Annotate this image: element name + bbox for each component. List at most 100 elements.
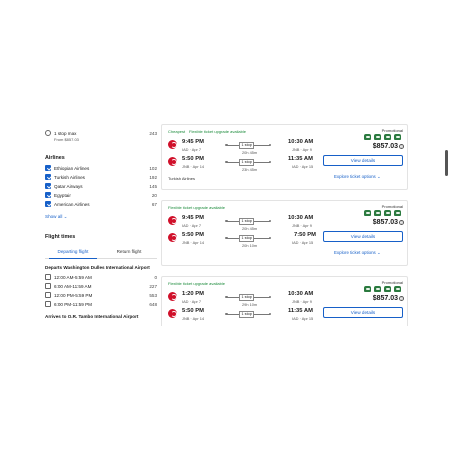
stops-badge: 1 stop — [239, 235, 255, 242]
flight-result-card[interactable]: Cheapest Flexible ticket upgrade availab… — [161, 124, 408, 190]
depart-time-checkbox[interactable] — [45, 283, 51, 289]
results-panel: 1 stop max 243 From $857.03 Airlines Eth… — [38, 124, 414, 326]
flight-result-card[interactable]: Flexible ticket upgrade available 9:45 P… — [161, 200, 408, 266]
checked-bag-icon — [384, 286, 391, 292]
seat-icon — [364, 134, 371, 140]
depart-time-filter[interactable]: 6:00 PM-11:59 PM 648 — [45, 301, 157, 309]
info-icon[interactable]: ? — [399, 296, 404, 301]
airline-label: American Airlines — [54, 202, 90, 207]
cheapest-tag: Cheapest — [168, 129, 186, 134]
departure-airport-date: JNB · Apr 14 — [182, 164, 205, 169]
airline-checkbox[interactable] — [45, 201, 51, 207]
departure-airport-date: IAD · Apr 7 — [182, 223, 202, 228]
departure-time: 9:45 PM — [182, 139, 204, 145]
flight-times-heading: Flight times — [45, 234, 76, 240]
view-details-button[interactable]: View details — [323, 231, 403, 242]
explore-ticket-options-link[interactable]: Explore ticket options ⌄ — [334, 174, 381, 180]
departure-time: 5:50 PM — [182, 308, 204, 314]
seat-icon — [364, 210, 371, 216]
turkish-airlines-logo-icon — [168, 233, 177, 242]
airline-count: 192 — [149, 175, 157, 180]
duration: 23h 45m — [242, 167, 258, 172]
arrival-time: 7:50 PM — [294, 232, 316, 238]
turkish-airlines-logo-icon — [168, 292, 177, 301]
depart-time-label: 12:00 AM-5:59 AM — [54, 275, 92, 280]
tab-return-flight[interactable]: Return flight — [101, 249, 157, 254]
one-stop-label: 1 stop max — [54, 131, 77, 136]
airline-checkbox[interactable] — [45, 192, 51, 198]
flexible-upgrade-tag: Flexible ticket upgrade available — [168, 205, 225, 210]
stops-badge: 1 stop — [239, 311, 255, 318]
change-ticket-icon — [394, 286, 401, 292]
depart-time-count: 648 — [149, 302, 157, 307]
duration: 29h 10m — [242, 302, 258, 307]
depart-time-count: 227 — [149, 284, 157, 289]
duration: 20h 45m — [242, 226, 258, 231]
return-segment: 5:50 PM JNB · Apr 14 1 stop 11:35 AM IAD… — [168, 308, 318, 326]
view-details-button[interactable]: View details — [323, 307, 403, 318]
airline-filter[interactable]: Ethiopian Airlines 102 — [45, 165, 157, 173]
depart-time-checkbox[interactable] — [45, 274, 51, 280]
arrives-heading: Arrives to O.R. Tambo International Airp… — [45, 314, 139, 319]
arrival-time: 10:30 AM — [288, 291, 314, 297]
show-all-airlines-link[interactable]: Show all ⌄ — [45, 214, 68, 220]
departure-airport-date: IAD · Apr 7 — [182, 147, 202, 152]
depart-time-checkbox[interactable] — [45, 292, 51, 298]
airline-checkbox[interactable] — [45, 174, 51, 180]
price: $857.03 — [372, 143, 398, 150]
arrival-time: 11:35 AM — [288, 156, 313, 162]
depart-time-label: 6:00 AM-11:59 AM — [54, 284, 92, 289]
flight-times-tabs: Departing flight Return flight — [45, 247, 157, 259]
airline-checkbox[interactable] — [45, 165, 51, 171]
arrival-airport-date: JNB · Apr 9 — [292, 299, 312, 304]
view-details-button[interactable]: View details — [323, 155, 403, 166]
turkish-airlines-logo-icon — [168, 157, 177, 166]
turkish-airlines-logo-icon — [168, 309, 177, 318]
airline-filter[interactable]: Qatar Airways 145 — [45, 183, 157, 191]
airline-count: 20 — [151, 193, 157, 198]
tab-departing-flight[interactable]: Departing flight — [45, 249, 101, 254]
amenities — [364, 210, 402, 217]
active-tab-indicator — [49, 257, 97, 259]
arrival-time: 11:35 AM — [288, 308, 313, 314]
depart-time-checkbox[interactable] — [45, 301, 51, 307]
duration: 20h 10m — [242, 243, 258, 248]
depart-time-filter[interactable]: 12:00 AM-5:59 AM 0 — [45, 274, 157, 282]
depart-time-filter[interactable]: 6:00 AM-11:59 AM 227 — [45, 283, 157, 291]
airline-filter[interactable]: Egyptair 20 — [45, 192, 157, 200]
checked-bag-icon — [384, 210, 391, 216]
price-panel: Promotional $857.03 ? View details — [320, 277, 409, 326]
filters-sidebar: 1 stop max 243 From $857.03 Airlines Eth… — [45, 124, 157, 326]
one-stop-radio[interactable] — [45, 130, 51, 136]
arrival-airport-date: JNB · Apr 9 — [292, 223, 312, 228]
flight-result-card[interactable]: Flexible ticket upgrade available 1:20 P… — [161, 276, 408, 326]
filter-one-stop[interactable]: 1 stop max 243 From $857.03 — [45, 130, 157, 142]
airline-filter[interactable]: Turkish Airlines 192 — [45, 174, 157, 182]
price: $857.03 — [372, 295, 398, 302]
arrival-airport-date: JNB · Apr 9 — [292, 147, 312, 152]
explore-ticket-options-link[interactable]: Explore ticket options ⌄ — [334, 250, 381, 256]
turkish-airlines-logo-icon — [168, 140, 177, 149]
one-stop-price: From $857.03 — [54, 137, 79, 142]
airline-count: 145 — [149, 184, 157, 189]
change-ticket-icon — [394, 134, 401, 140]
carry-on-bag-icon — [374, 134, 381, 140]
carry-on-bag-icon — [374, 210, 381, 216]
flexible-upgrade-tag: Flexible ticket upgrade available — [168, 281, 225, 286]
departs-heading: Departs Washington Dulles International … — [45, 265, 150, 270]
one-stop-count: 243 — [149, 131, 157, 136]
departure-time: 1:20 PM — [182, 291, 204, 297]
airline-filter[interactable]: American Airlines 67 — [45, 201, 157, 209]
change-ticket-icon — [394, 210, 401, 216]
arrival-airport-date: IAD · Apr 15 — [292, 316, 314, 321]
amenities — [364, 134, 402, 141]
stops-badge: 1 stop — [239, 142, 255, 149]
depart-time-count: 553 — [149, 293, 157, 298]
info-icon[interactable]: ? — [399, 220, 404, 225]
scrollbar-thumb[interactable] — [445, 150, 448, 176]
depart-time-filter[interactable]: 12:00 PM-5:59 PM 553 — [45, 292, 157, 300]
stops-badge: 1 stop — [239, 218, 255, 225]
info-icon[interactable]: ? — [399, 144, 404, 149]
airline-checkbox[interactable] — [45, 183, 51, 189]
return-segment: 5:50 PM JNB · Apr 14 1 stop 23h 45m 11:3… — [168, 156, 318, 176]
